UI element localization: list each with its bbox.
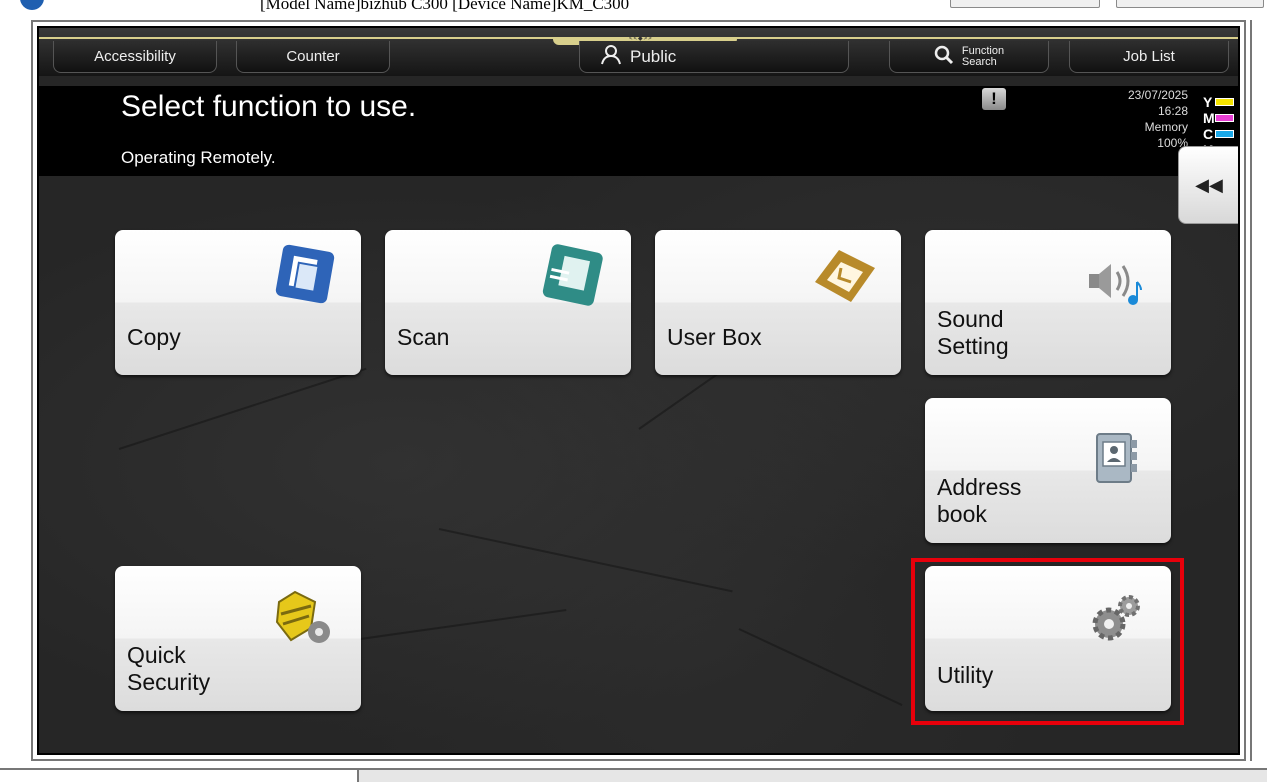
tab-counter-label: Counter [286,48,340,65]
toner-letter: Y [1203,94,1213,110]
tab-job-list[interactable]: Job List [1069,41,1229,73]
top-button-1[interactable] [950,0,1100,8]
status-message: Operating Remotely. [121,148,276,167]
address-book-icon [1089,428,1145,495]
quick-label-line1: Quick [127,642,186,668]
tab-accessibility-label: Accessibility [94,48,176,65]
tab-accessibility[interactable]: Accessibility [53,41,217,73]
address-book-label: Address book [937,474,1021,528]
tab-job-list-label: Job List [1123,48,1175,65]
toner-letter: M [1203,110,1215,126]
status-date: 23/07/2025 [1127,88,1188,102]
quick-security-label: Quick Security [127,642,210,696]
function-search-line2: Search [961,55,997,68]
tab-function-search[interactable]: Function Search [889,41,1049,73]
address-book-button[interactable]: Address book [925,398,1171,543]
bottom-divider [0,768,357,770]
speaker-icon [1085,256,1145,317]
utility-highlight-box [911,558,1184,725]
memory-label: Memory [1144,120,1188,134]
sound-label-line2: Setting [937,333,1009,359]
sound-setting-button[interactable]: Sound Setting [925,230,1171,375]
texture-crack [438,528,733,593]
copy-button[interactable]: Copy [115,230,361,375]
sound-setting-label: Sound Setting [937,306,1009,360]
quick-label-line2: Security [127,669,211,695]
scan-label: Scan [397,324,450,350]
toner-letter: C [1203,126,1214,142]
copy-label: Copy [127,324,181,350]
tab-public[interactable]: Public [579,41,849,73]
sound-label-line1: Sound [937,306,1004,332]
message-bar: Select function to use. Operating Remote… [39,86,1238,176]
alert-icon[interactable]: ! [982,88,1006,110]
toner-level-bar [1215,114,1234,122]
toner-cyan: C [1203,126,1234,142]
texture-crack [738,628,903,706]
top-bar: <<◆>> Accessibility Counter Public Funct… [39,28,1238,76]
user-box-label: User Box [667,324,762,350]
brand-logo-icon [20,0,44,10]
right-edge-panel [1250,20,1267,761]
collapse-panel-button[interactable]: ◀◀ [1178,146,1238,224]
copy-icon [273,244,337,313]
search-icon [934,45,954,69]
device-title: [Model Name]bizhub C300 [Device Name]KM_… [260,0,630,13]
shield-gear-icon [271,588,341,659]
bottom-panel [357,768,1267,782]
tab-function-search-label: Function Search [961,44,1005,68]
texture-crack [118,367,367,450]
tab-counter[interactable]: Counter [236,41,390,73]
panel-frame: <<◆>> Accessibility Counter Public Funct… [31,20,1246,761]
user-box-icon [805,244,881,319]
toner-level-bar [1215,98,1234,106]
toner-level-bar [1215,130,1234,138]
status-time: 16:28 [1157,104,1188,118]
function-search-line1: Function [961,44,1005,57]
tab-public-label: Public [630,46,677,66]
quick-security-button[interactable]: Quick Security [115,566,361,711]
top-button-2[interactable] [1116,0,1264,8]
user-box-button[interactable]: User Box [655,230,901,375]
toner-magenta: M [1203,110,1234,126]
panel-screen-border: <<◆>> Accessibility Counter Public Funct… [37,26,1240,755]
scan-button[interactable]: Scan [385,230,631,375]
toner-yellow: Y [1203,94,1234,110]
scan-icon [541,244,607,315]
top-strip: [Model Name]bizhub C300 [Device Name]KM_… [0,0,1267,14]
user-icon [600,44,622,69]
page-title: Select function to use. [121,90,417,123]
address-label-line2: book [937,501,987,527]
panel-screen: <<◆>> Accessibility Counter Public Funct… [39,28,1238,753]
double-chevron-left-icon: ◀◀ [1195,174,1223,195]
address-label-line1: Address [937,474,1022,500]
